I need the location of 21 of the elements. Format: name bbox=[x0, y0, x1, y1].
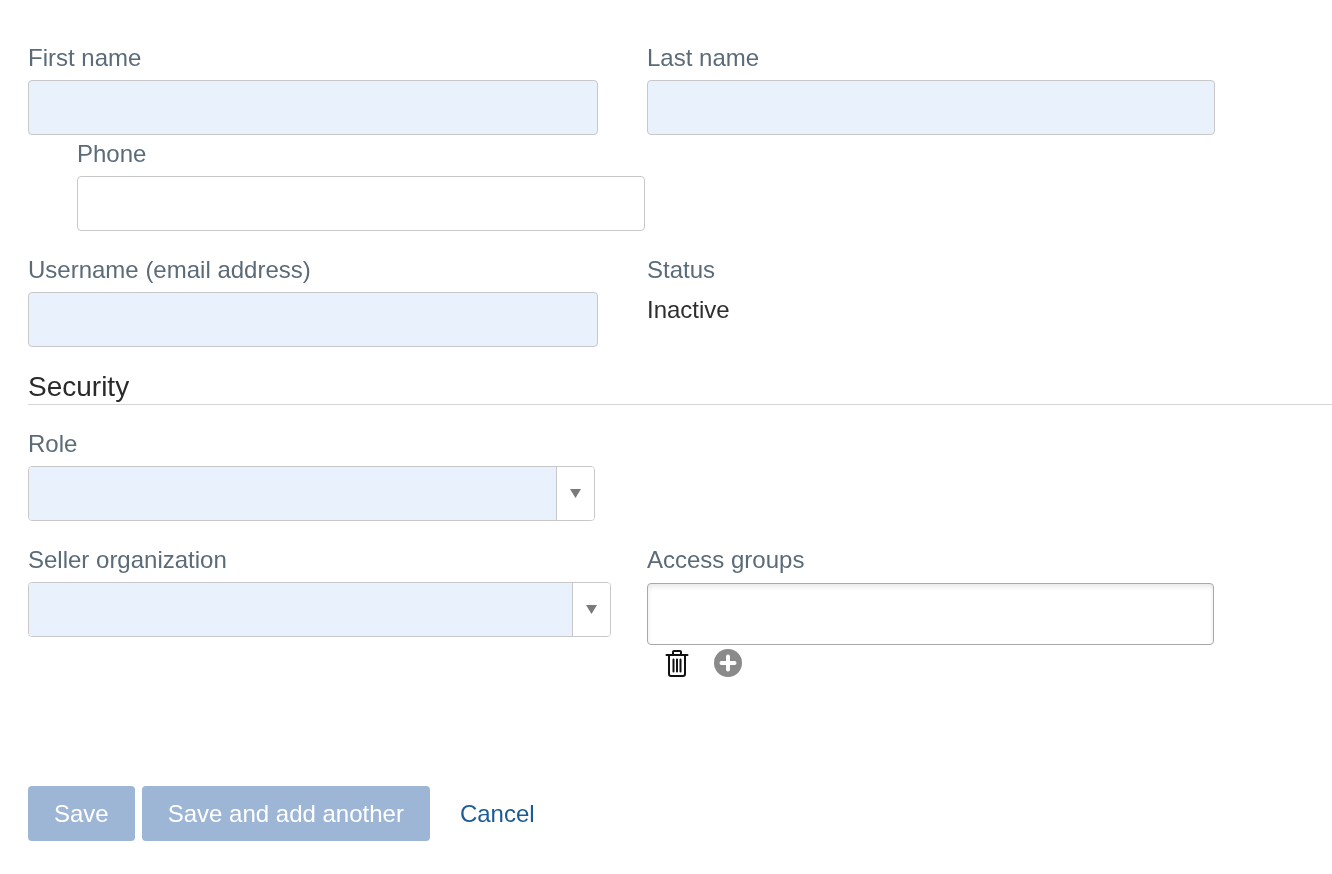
plus-circle-icon[interactable] bbox=[714, 649, 742, 677]
field-label: Seller organization bbox=[28, 546, 227, 574]
trash-icon[interactable] bbox=[665, 649, 689, 677]
field-label: Last name bbox=[647, 44, 760, 72]
section-heading: Security bbox=[28, 371, 130, 403]
text-field[interactable] bbox=[28, 292, 598, 347]
field-label: First name bbox=[28, 44, 142, 72]
text-field[interactable] bbox=[77, 176, 645, 231]
field-label: Access groups bbox=[647, 546, 805, 574]
field-label: Phone bbox=[77, 140, 147, 168]
dropdown[interactable] bbox=[28, 582, 611, 637]
caret-icon bbox=[570, 489, 581, 498]
cancel-link[interactable]: Cancel bbox=[459, 799, 535, 828]
status-value: Inactive bbox=[647, 296, 730, 324]
field-label: Role bbox=[28, 430, 78, 458]
field-label: Username (email address) bbox=[28, 256, 311, 284]
caret-icon bbox=[586, 605, 597, 614]
dropdown[interactable] bbox=[28, 466, 595, 521]
text-field[interactable] bbox=[28, 80, 598, 135]
field-label: Status bbox=[647, 256, 716, 284]
text-field[interactable] bbox=[647, 80, 1215, 135]
